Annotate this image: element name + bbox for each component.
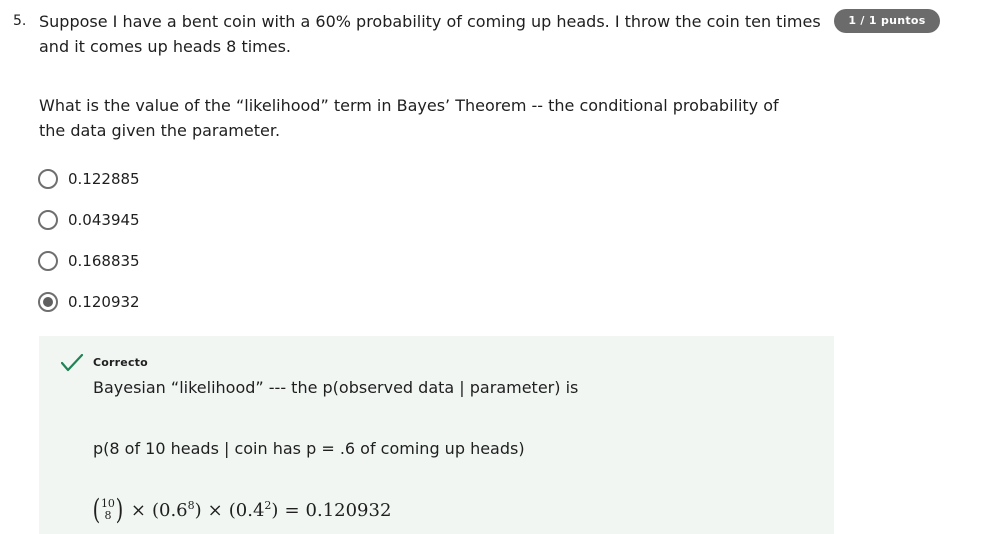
radio-button[interactable] <box>38 250 58 271</box>
quiz-question-page: 5. Suppose I have a bent coin with a 60%… <box>0 0 984 534</box>
times-operator: × <box>207 499 223 521</box>
answer-option-label: 0.122885 <box>68 169 140 188</box>
radio-button[interactable] <box>38 168 58 189</box>
equals-operator: = <box>284 499 300 521</box>
times-operator: × <box>130 499 146 521</box>
answer-option[interactable]: 0.043945 <box>38 199 140 240</box>
feedback-expression: p(8 of 10 heads | coin has p = .6 of com… <box>93 439 525 458</box>
formula-result: 0.120932 <box>305 499 392 521</box>
question-number: 5. <box>13 13 27 29</box>
formula-term-1: (0.68) <box>151 499 202 521</box>
feedback-panel: Correcto Bayesian “likelihood” --- the p… <box>39 336 834 534</box>
binomial-coefficient: ( 10 8 ) <box>92 493 124 526</box>
answer-option[interactable]: 0.120932 <box>38 281 140 322</box>
answer-option-label: 0.043945 <box>68 210 140 229</box>
check-icon <box>61 354 83 372</box>
answer-option[interactable]: 0.122885 <box>38 158 140 199</box>
answer-option-label: 0.120932 <box>68 292 140 311</box>
answer-option[interactable]: 0.168835 <box>38 240 140 281</box>
formula-term-2: (0.42) <box>228 499 279 521</box>
answer-options: 0.122885 0.043945 0.168835 0.120932 <box>38 158 140 322</box>
radio-button-selected[interactable] <box>38 291 58 312</box>
feedback-explanation: Bayesian “likelihood” --- the p(observed… <box>93 378 579 397</box>
binom-bottom: 8 <box>104 509 112 522</box>
question-text: Suppose I have a bent coin with a 60% pr… <box>39 12 821 56</box>
score-badge: 1 / 1 puntos <box>834 9 940 33</box>
answer-option-label: 0.168835 <box>68 251 140 270</box>
likelihood-formula: ( 10 8 ) × (0.68) × (0.42) = 0.120932 <box>91 493 392 526</box>
radio-button[interactable] <box>38 209 58 230</box>
feedback-status: Correcto <box>93 356 148 369</box>
question-subtext: What is the value of the “likelihood” te… <box>39 96 779 140</box>
